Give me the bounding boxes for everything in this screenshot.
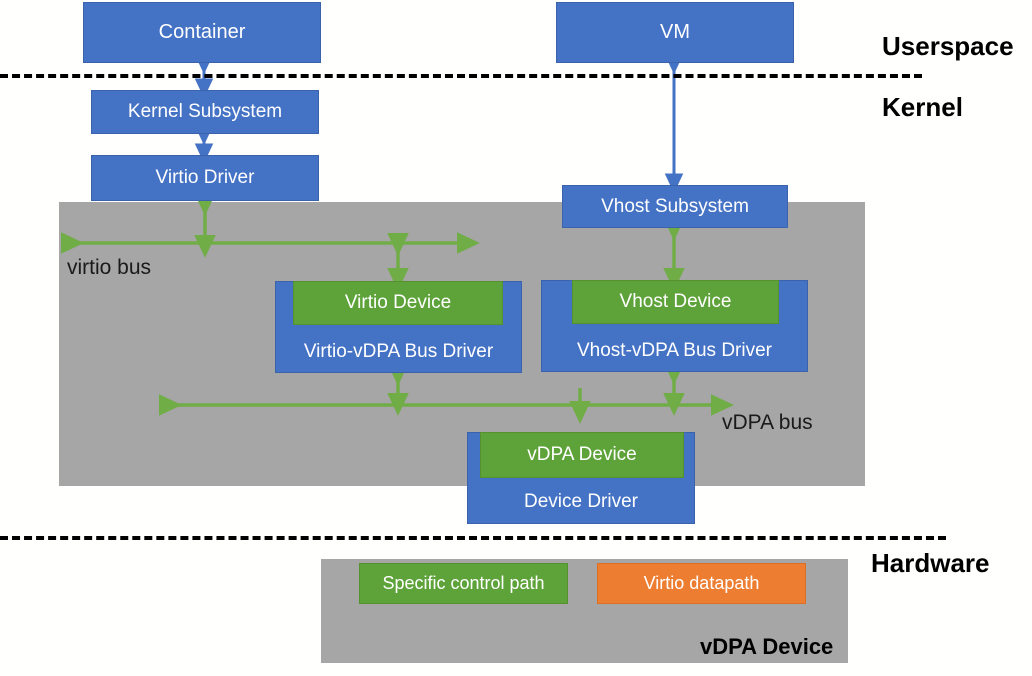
box-virtio-datapath[interactable]: Virtio datapath	[597, 563, 806, 604]
virtio-bus-label: virtio bus	[67, 256, 152, 279]
box-device-driver-label: Device Driver	[523, 491, 639, 513]
box-container[interactable]: Container	[83, 2, 321, 63]
box-vm-label: VM	[660, 21, 690, 43]
box-vhost-subsystem[interactable]: Vhost Subsystem	[562, 185, 788, 228]
userspace-kernel-separator	[0, 74, 922, 78]
vdpa-bus-label: vDPA bus	[722, 411, 813, 434]
box-virtio-device[interactable]: Virtio Device	[293, 281, 503, 325]
vdpa-architecture-diagram: Userspace Kernel Hardware Container VM K…	[0, 0, 1032, 676]
box-vhost-subsystem-label: Vhost Subsystem	[601, 195, 749, 217]
hardware-label: Hardware	[871, 548, 990, 578]
box-specific-control-path-label: Specific control path	[382, 573, 545, 594]
box-vhost-device[interactable]: Vhost Device	[572, 280, 779, 324]
kernel-label: Kernel	[882, 92, 963, 122]
hardware-vdpa-device-label: vDPA Device	[700, 634, 834, 659]
box-vdpa-device-kernel-label: vDPA Device	[527, 444, 637, 466]
box-vm[interactable]: VM	[556, 2, 794, 63]
userspace-label: Userspace	[882, 31, 1014, 61]
box-kernel-subsystem-label: Kernel Subsystem	[127, 101, 283, 123]
box-vhost-vdpa-bus-driver-label: Vhost-vDPA Bus Driver	[577, 340, 772, 362]
box-virtio-vdpa-bus-driver-label: Virtio-vDPA Bus Driver	[303, 341, 494, 363]
box-kernel-subsystem[interactable]: Kernel Subsystem	[91, 90, 319, 134]
box-specific-control-path[interactable]: Specific control path	[359, 563, 568, 604]
box-vdpa-device-kernel[interactable]: vDPA Device	[480, 432, 684, 478]
box-vhost-device-label: Vhost Device	[619, 291, 732, 313]
box-virtio-driver-label: Virtio Driver	[155, 167, 255, 189]
kernel-hardware-separator	[0, 536, 946, 540]
box-container-label: Container	[158, 21, 246, 43]
box-virtio-device-label: Virtio Device	[344, 292, 452, 314]
box-virtio-datapath-label: Virtio datapath	[643, 573, 760, 594]
box-virtio-driver[interactable]: Virtio Driver	[91, 155, 319, 201]
